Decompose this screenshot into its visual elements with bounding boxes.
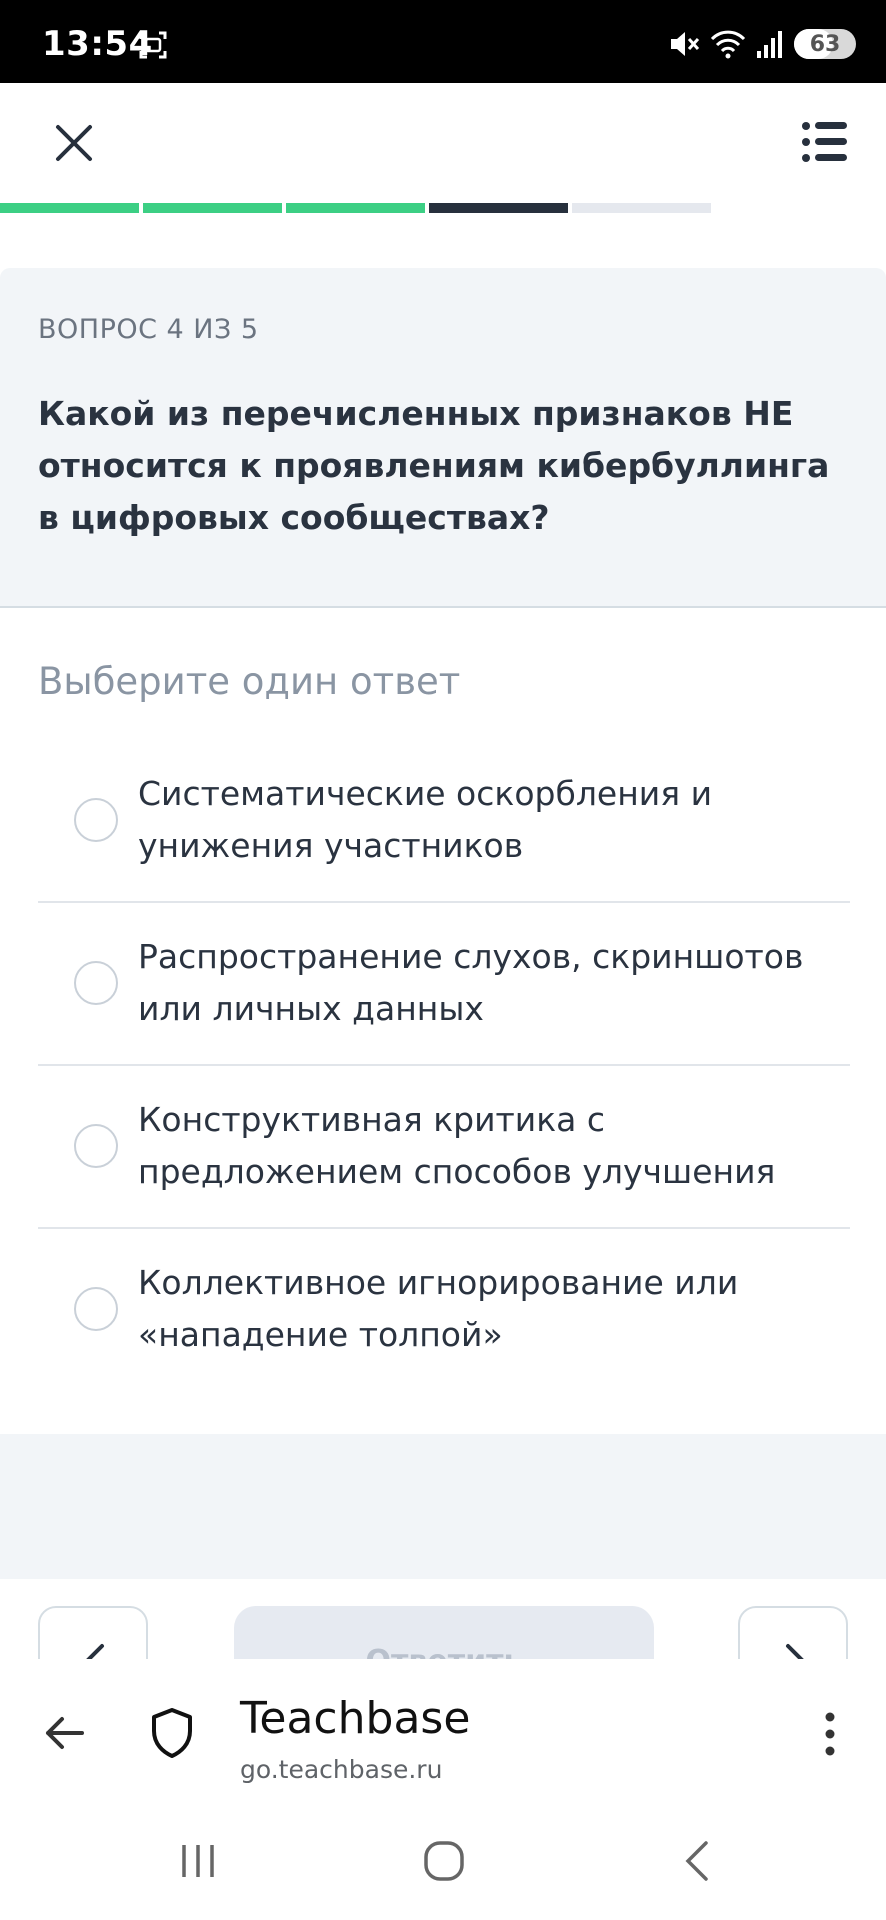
battery-indicator: 63 [794,29,856,59]
system-navigation-bar [0,1809,886,1920]
question-counter: ВОПРОС 4 ИЗ 5 [38,314,259,345]
answer-option[interactable]: Распространение слухов, скриншотов или л… [38,903,850,1066]
answer-label: Систематические оскорбления и унижения у… [138,774,713,865]
screenshot-icon [139,31,167,59]
home-icon[interactable] [422,1839,466,1883]
app-header [0,83,886,203]
question-text: Какой из перечисленных признаков НЕ отно… [38,394,830,537]
question-progress-bar [0,203,886,213]
wifi-icon [710,30,746,59]
progress-segment [572,203,711,213]
bottom-controls: Ответить [0,1579,886,1659]
progress-segment [429,203,568,213]
previous-question-button[interactable] [38,1606,148,1659]
shield-icon[interactable] [150,1707,194,1759]
chevron-left-icon [86,1644,104,1659]
answer-label: Коллективное игнорирование или «нападени… [138,1263,739,1354]
question-panel: ВОПРОС 4 ИЗ 5 Какой из перечисленных при… [0,268,886,608]
browser-bar: Teachbase go.teachbase.ru [0,1659,886,1809]
answer-option[interactable]: Систематические оскорбления и унижения у… [38,740,850,903]
submit-answer-button[interactable]: Ответить [234,1606,654,1659]
chevron-right-icon [786,1644,804,1659]
next-question-button[interactable] [738,1606,848,1659]
status-time: 13:54 [42,24,153,64]
answer-list: Систематические оскорбления и унижения у… [38,740,850,1392]
answer-label: Конструктивная критика с предложением сп… [138,1100,776,1191]
battery-level: 63 [809,31,841,57]
progress-segment [143,203,282,213]
list-icon[interactable] [800,117,850,167]
answer-option[interactable]: Конструктивная критика с предложением сп… [38,1066,850,1229]
system-back-icon[interactable] [676,1839,720,1883]
radio-button[interactable] [74,1124,118,1168]
content-footer-area [0,1434,886,1579]
answer-option[interactable]: Коллективное игнорирование или «нападени… [38,1229,850,1392]
close-icon[interactable] [48,117,100,169]
progress-segment [286,203,425,213]
more-options-icon[interactable] [822,1711,838,1757]
back-arrow-icon[interactable] [42,1711,86,1755]
mute-icon [671,32,700,56]
recent-apps-icon[interactable] [176,1839,220,1883]
answer-instruction: Выберите один ответ [38,660,461,703]
progress-segment [0,203,139,213]
site-url[interactable]: go.teachbase.ru [240,1755,442,1784]
radio-button[interactable] [74,961,118,1005]
answer-label: Распространение слухов, скриншотов или л… [138,937,804,1028]
radio-button[interactable] [74,1287,118,1331]
radio-button[interactable] [74,798,118,842]
status-icons: 63 [658,26,856,62]
signal-icon [757,31,782,58]
status-bar: 13:54 63 [0,0,886,83]
site-title[interactable]: Teachbase [240,1693,470,1744]
